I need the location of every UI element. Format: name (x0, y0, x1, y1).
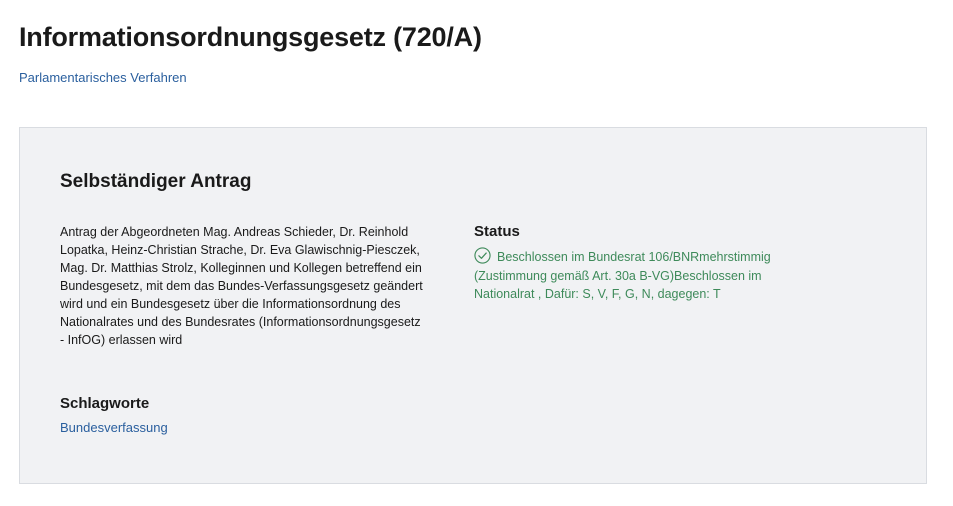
keyword-link-bundesverfassung[interactable]: Bundesverfassung (60, 420, 168, 435)
status-block: Beschlossen im Bundesrat 106/BNRmehrstim… (474, 247, 804, 304)
status-text: Beschlossen im Bundesrat 106/BNRmehrstim… (474, 250, 771, 301)
status-heading: Status (474, 223, 520, 240)
keywords-heading: Schlagworte (60, 395, 150, 412)
page-title: Informationsordnungsgesetz (720/A) (19, 22, 482, 52)
check-circle-icon (474, 247, 491, 264)
page: Informationsordnungsgesetz (720/A) Parla… (0, 0, 953, 506)
motion-card: Selbständiger Antrag Antrag der Abgeordn… (19, 127, 927, 484)
card-title: Selbständiger Antrag (60, 171, 252, 192)
motion-description: Antrag der Abgeordneten Mag. Andreas Sch… (60, 225, 423, 347)
parliamentary-procedure-link[interactable]: Parlamentarisches Verfahren (19, 70, 187, 85)
